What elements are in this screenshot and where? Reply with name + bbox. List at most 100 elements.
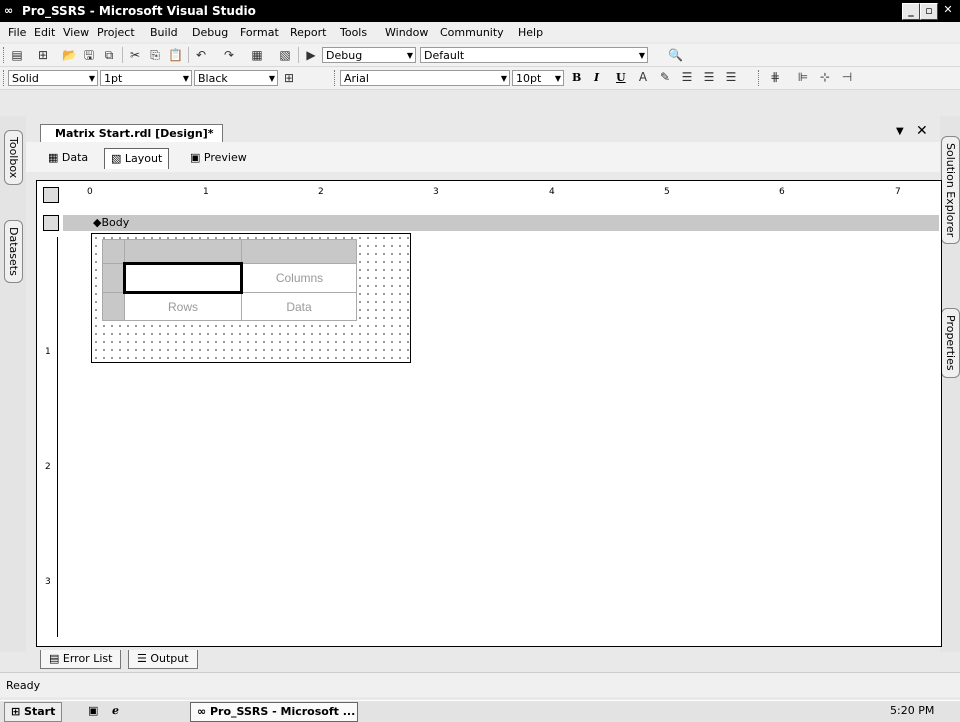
visual-studio-icon: ∞ <box>197 705 210 718</box>
start-button[interactable]: ⊞ Start <box>4 702 63 722</box>
menu-report[interactable]: Report <box>290 26 326 39</box>
line-color-select[interactable]: Black ▼ <box>194 70 278 86</box>
ruler-label: 2 <box>45 462 51 472</box>
underline-button[interactable]: U <box>616 71 626 84</box>
add-item-icon[interactable]: ⊞ <box>36 48 50 62</box>
cut-icon[interactable]: ✂ <box>128 48 142 62</box>
navigate-forward-icon[interactable]: ▧ <box>278 48 292 62</box>
toolbar-grip[interactable] <box>3 47 7 63</box>
chevron-down-icon: ▼ <box>268 74 275 83</box>
menu-window[interactable]: Window <box>385 26 428 39</box>
menu-file[interactable]: File <box>8 26 26 39</box>
new-project-icon[interactable]: ▤ <box>10 48 24 62</box>
report-body[interactable]: Columns Rows Data <box>91 233 411 363</box>
ruler-label: 1 <box>203 187 209 197</box>
close-button[interactable]: ✕ <box>940 3 956 18</box>
line-width-select[interactable]: 1pt ▼ <box>100 70 192 86</box>
row-handle[interactable] <box>102 292 125 321</box>
chevron-down-icon: ▼ <box>182 74 189 83</box>
tab-layout[interactable]: ▧ Layout <box>104 148 170 169</box>
report-design-canvas[interactable]: 0 1 2 3 4 5 6 7 ◆Body 1 2 3 Columns Rows… <box>36 180 942 647</box>
menu-debug[interactable]: Debug <box>192 26 228 39</box>
align-centers-icon[interactable]: ⊹ <box>818 70 832 84</box>
border-icon[interactable]: ⊞ <box>282 71 296 85</box>
toolbar-grip[interactable] <box>334 70 338 86</box>
find-icon[interactable]: 🔍 <box>668 48 683 62</box>
chevron-down-icon: ▼ <box>88 74 95 83</box>
toolbar-grip[interactable] <box>758 70 762 86</box>
background-color-icon[interactable]: ✎ <box>658 70 672 84</box>
font-size-select[interactable]: 10pt ▼ <box>512 70 564 86</box>
menu-edit[interactable]: Edit <box>34 26 55 39</box>
align-left-icon[interactable]: ☰ <box>680 70 694 84</box>
matrix-corner-handle[interactable] <box>102 239 125 264</box>
output-tab[interactable]: ☰ Output <box>128 650 198 669</box>
minimize-button[interactable]: _ <box>902 3 920 20</box>
save-icon[interactable]: 🖫 <box>82 48 96 62</box>
matrix-rows-cell[interactable]: Rows <box>124 292 242 321</box>
solution-explorer-tab[interactable]: Solution Explorer <box>941 136 960 245</box>
row-handle[interactable] <box>102 263 125 293</box>
undo-icon[interactable]: ↶ <box>194 48 208 62</box>
properties-tab[interactable]: Properties <box>941 308 960 378</box>
tab-data[interactable]: ▦ Data <box>42 148 94 168</box>
open-icon[interactable]: 📂 <box>62 48 77 62</box>
menu-build[interactable]: Build <box>150 26 178 39</box>
matrix-table[interactable]: Columns Rows Data <box>102 239 357 321</box>
taskbar-vs-window[interactable]: ∞ Pro_SSRS - Microsoft ... <box>190 702 358 722</box>
toolbox-tab[interactable]: Toolbox <box>4 130 23 186</box>
ruler-label: 3 <box>433 187 439 197</box>
align-center-icon[interactable]: ☰ <box>702 70 716 84</box>
error-list-tab[interactable]: ▤ Error List <box>40 650 122 669</box>
menu-help[interactable]: Help <box>518 26 543 39</box>
tab-list-dropdown-icon[interactable]: ▼ <box>896 126 904 137</box>
solution-platform-select[interactable]: Default ▼ <box>420 47 648 63</box>
align-rights-icon[interactable]: ⊣ <box>840 70 854 84</box>
layout-tab-icon: ▧ <box>111 152 125 165</box>
menu-format[interactable]: Format <box>240 26 279 39</box>
paste-icon[interactable]: 📋 <box>168 48 183 62</box>
save-all-icon[interactable]: ⧉ <box>102 48 116 62</box>
maximize-button[interactable]: ▫ <box>920 3 938 20</box>
bold-button[interactable]: B <box>572 71 581 84</box>
column-handle[interactable] <box>124 239 242 264</box>
toolbar-grip[interactable] <box>3 70 7 86</box>
matrix-columns-cell[interactable]: Columns <box>241 263 357 293</box>
redo-icon[interactable]: ↷ <box>222 48 236 62</box>
menu-community[interactable]: Community <box>440 26 504 39</box>
menu-tools[interactable]: Tools <box>340 26 367 39</box>
chevron-down-icon: ▼ <box>554 74 561 83</box>
datasets-tab[interactable]: Datasets <box>4 220 23 283</box>
output-label: Output <box>150 652 189 665</box>
body-section-header[interactable]: ◆Body <box>63 215 939 231</box>
standard-toolbar: ▤ ⊞ 📂 🖫 ⧉ ✂ ⎘ 📋 ↶ ↷ ▦ ▧ ▶ Debug ▼ Default… <box>0 44 960 67</box>
error-list-label: Error List <box>62 652 113 665</box>
menu-view[interactable]: View <box>63 26 89 39</box>
italic-button[interactable]: I <box>594 71 599 84</box>
document-tab[interactable]: Matrix Start.rdl [Design]* <box>40 124 223 143</box>
column-handle[interactable] <box>241 239 357 264</box>
menu-project[interactable]: Project <box>97 26 135 39</box>
start-debugging-icon[interactable]: ▶ <box>304 48 318 62</box>
layout-grid-icon[interactable]: ⋕ <box>768 70 782 84</box>
tab-layout-label: Layout <box>124 152 163 165</box>
body-corner <box>43 215 59 231</box>
align-lefts-icon[interactable]: ⊫ <box>796 70 810 84</box>
browser-icon[interactable]: ℯ <box>112 702 119 720</box>
font-select[interactable]: Arial ▼ <box>340 70 510 86</box>
tab-preview[interactable]: ▣ Preview <box>184 148 253 168</box>
matrix-corner-cell[interactable] <box>123 262 243 294</box>
align-right-icon[interactable]: ☰ <box>724 70 738 84</box>
matrix-data-cell[interactable]: Data <box>241 292 357 321</box>
font-color-icon[interactable]: A <box>636 70 650 84</box>
solution-configuration-select[interactable]: Debug ▼ <box>322 47 416 63</box>
close-document-icon[interactable]: ✕ <box>916 123 928 139</box>
datasets-label: Datasets <box>7 227 20 276</box>
ruler-label: 2 <box>318 187 324 197</box>
line-style-select[interactable]: Solid ▼ <box>8 70 98 86</box>
show-desktop-icon[interactable]: ▣ <box>88 702 98 720</box>
navigate-backward-icon[interactable]: ▦ <box>250 48 264 62</box>
line-style-value: Solid <box>12 72 39 85</box>
ruler-label: 7 <box>895 187 901 197</box>
copy-icon[interactable]: ⎘ <box>148 48 162 62</box>
